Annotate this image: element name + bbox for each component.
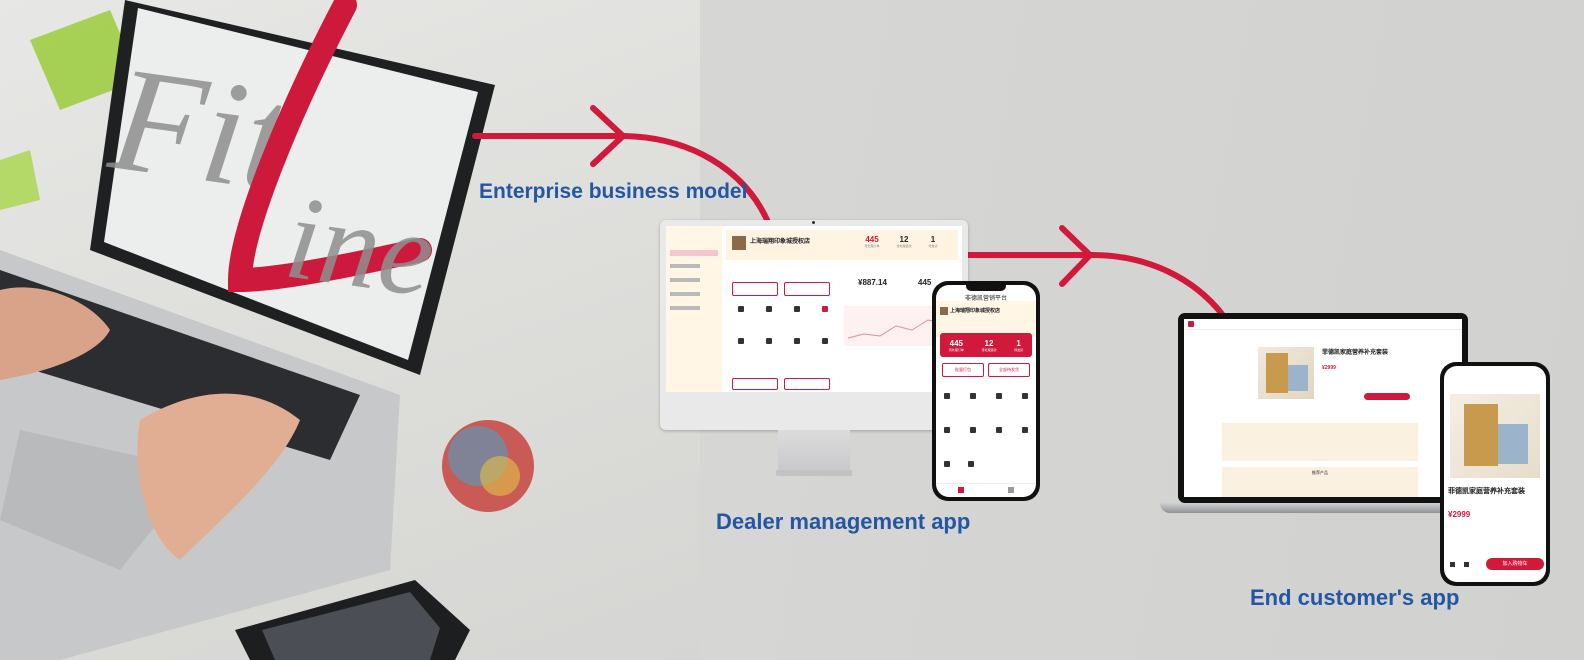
phone-shop-name: 上海瑞翔印象城授权店 [950, 308, 1001, 314]
order-icon[interactable] [944, 393, 950, 399]
customer-label: End customer's app [1250, 585, 1460, 610]
customer-laptop: 菲德凯家庭营养补充套装 ¥2999 推荐产品 [1178, 313, 1468, 503]
arrow-1-icon [472, 105, 771, 225]
order-icon[interactable] [822, 306, 828, 312]
after-sale-icon[interactable] [944, 427, 950, 433]
sidebar-item[interactable] [670, 306, 700, 310]
after-sale-icon[interactable] [996, 427, 1002, 433]
panel-button[interactable] [784, 378, 830, 390]
dealer-phone-screen: 非德凯营销平台 上海瑞翔印象城授权店 445 待处理订单 12 待处理退款 1 待发货… [936, 285, 1036, 497]
after-sale-icon[interactable] [1022, 427, 1028, 433]
tool-icon[interactable] [944, 461, 950, 467]
stat-label: 待发货 [1014, 347, 1024, 352]
sidebar-item[interactable] [670, 278, 700, 282]
order-icon[interactable] [794, 306, 800, 312]
recommend-title: 推荐产品 [1312, 470, 1328, 475]
brand-logo-icon[interactable] [1188, 321, 1194, 327]
revenue-value: ¥887.14 [858, 278, 887, 287]
order-icon[interactable] [996, 393, 1002, 399]
customer-laptop-screen: 菲德凯家庭营养补充套装 ¥2999 推荐产品 [1184, 319, 1462, 497]
stat-value: 445 [865, 235, 879, 244]
panel-button[interactable] [732, 378, 778, 390]
enterprise-label: Enterprise business model [479, 180, 748, 203]
stat-value: 1 [930, 235, 936, 244]
home-tab-icon[interactable] [958, 487, 964, 493]
product-title-desktop: 菲德凯家庭营养补充套装 [1322, 350, 1389, 356]
profile-tab-icon[interactable] [1008, 487, 1014, 493]
after-sale-icon[interactable] [970, 427, 976, 433]
after-sale-icon[interactable] [738, 338, 744, 344]
orders-panel [728, 266, 834, 390]
batch-pack-button[interactable] [732, 282, 778, 296]
customer-phone-screen: 菲德凯家庭营养补充套装 ¥2999 加入购物车 [1444, 366, 1546, 582]
stat-value: 12 [984, 338, 994, 348]
product-price-desktop: ¥2999 [1322, 365, 1336, 371]
stat-label: 待处理退款 [896, 244, 912, 248]
after-sale-icon[interactable] [766, 338, 772, 344]
shop-avatar [732, 236, 746, 250]
stat-label: 待处理订单 [948, 347, 964, 352]
customer-phone: 菲德凯家庭营养补充套装 ¥2999 加入购物车 [1440, 362, 1550, 586]
sidebar-item[interactable] [670, 292, 700, 296]
phone-notch [966, 285, 1006, 291]
dealer-sidebar [666, 226, 722, 392]
monitor-screen: 上海瑞翔印象城授权店 445 待处理订单 12 待处理退款 1 待发货 ¥887… [666, 226, 962, 392]
order-icon[interactable] [766, 306, 772, 312]
shop-name: 上海瑞翔印象城授权店 [750, 239, 811, 245]
add-to-cart-button[interactable]: 加入购物车 [1486, 558, 1544, 570]
dealer-phone: 非德凯营销平台 上海瑞翔印象城授权店 445 待处理订单 12 待处理退款 1 待发货… [932, 281, 1040, 501]
desktop-cart-button[interactable] [1364, 393, 1410, 400]
stat-value: 12 [899, 235, 909, 244]
info-banner [1222, 423, 1418, 461]
sidebar-item[interactable] [670, 264, 700, 268]
order-icon[interactable] [1022, 393, 1028, 399]
after-sale-icon[interactable] [822, 338, 828, 344]
dealer-header: 上海瑞翔印象城授权店 445 待处理订单 12 待处理退款 1 待发货 [726, 230, 958, 260]
share-icon[interactable] [1450, 562, 1455, 567]
sidebar-item-home[interactable] [670, 250, 718, 256]
phone-ship-button[interactable]: 全部待发货 [988, 363, 1030, 377]
monitor: 上海瑞翔印象城授权店 445 待处理订单 12 待处理退款 1 待发货 ¥887… [660, 220, 968, 430]
monitor-foot [776, 470, 852, 476]
product-image [1258, 347, 1314, 399]
monitor-stand [778, 430, 850, 472]
recommend-banner: 推荐产品 [1222, 467, 1418, 497]
phone-product-image [1450, 394, 1540, 478]
phone-tabbar [936, 483, 1036, 497]
site-nav [1184, 319, 1462, 330]
after-sale-icon[interactable] [794, 338, 800, 344]
phone-batch-button[interactable]: 批量打包 [942, 363, 984, 377]
dealer-label: Dealer management app [716, 509, 971, 534]
stat-label: 待处理订单 [864, 244, 880, 248]
cart-icon[interactable] [1464, 562, 1469, 567]
phone-stats-card: 445 待处理订单 12 待处理退款 1 待发货 [940, 333, 1032, 357]
tool-icon[interactable] [968, 461, 974, 467]
stat-label: 待处理退款 [981, 347, 997, 352]
stat-label: 待发货 [928, 244, 938, 248]
shop-avatar [940, 307, 948, 315]
order-icon[interactable] [738, 306, 744, 312]
stat-value: 445 [949, 338, 963, 348]
order-icon[interactable] [970, 393, 976, 399]
all-ship-button[interactable] [784, 282, 830, 296]
revenue-count: 445 [918, 278, 932, 287]
phone-product-title: 菲德凯家庭营养补充套装 [1448, 488, 1525, 495]
stat-value: 1 [1016, 338, 1021, 348]
phone-product-price: ¥2999 [1448, 510, 1471, 519]
